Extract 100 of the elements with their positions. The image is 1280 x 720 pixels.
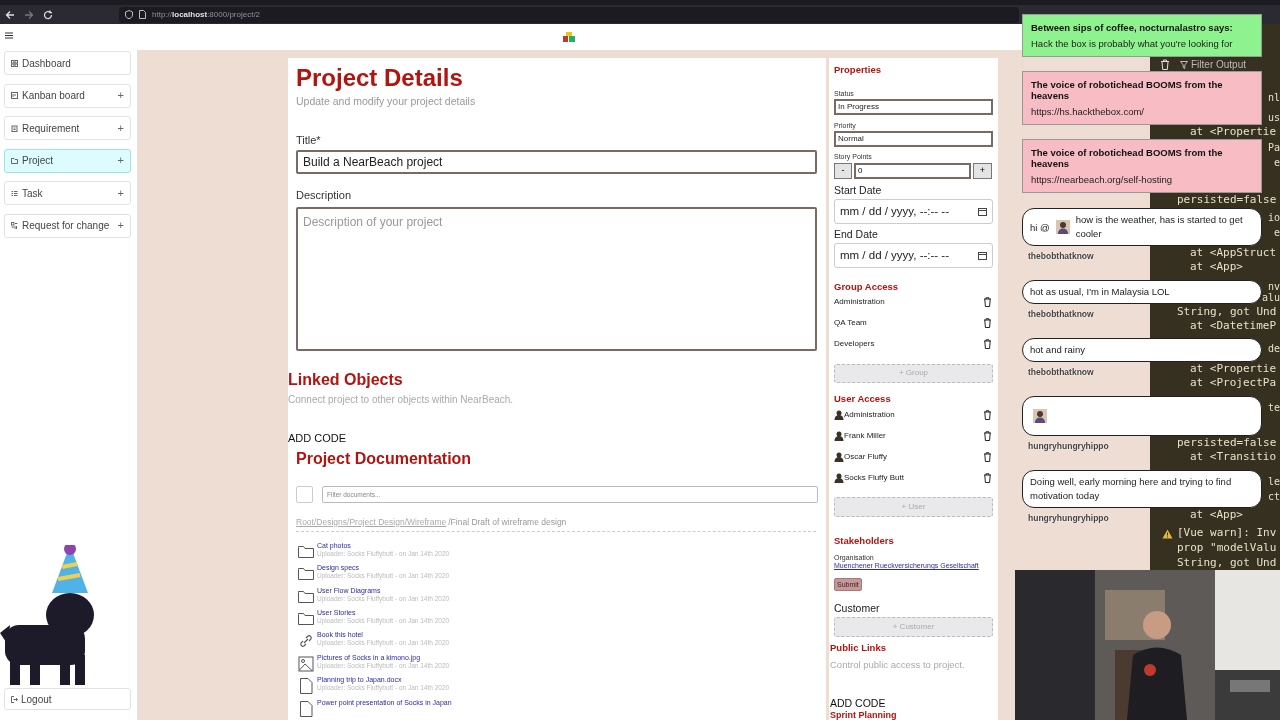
trash-icon[interactable] [983, 318, 992, 329]
add-icon[interactable]: + [117, 184, 124, 202]
file-icon [298, 700, 314, 717]
console-text: at <Transitio [1190, 451, 1277, 463]
section-subtitle: Connect project to other objects within NearBeach. [288, 394, 515, 405]
trash-icon[interactable] [983, 430, 992, 441]
add-icon[interactable]: + [117, 119, 124, 137]
forward-icon[interactable] [24, 9, 34, 20]
calendar-icon[interactable] [978, 250, 987, 260]
chat-username: thebobthatknow [1028, 365, 1094, 379]
section-title: Properties [834, 65, 882, 75]
section-title: Linked Objects [288, 371, 404, 388]
chat-username: hungryhungryhippo [1028, 439, 1109, 453]
story-points-field[interactable]: 0 [854, 162, 971, 179]
menu-icon[interactable] [5, 32, 13, 39]
link-icon [298, 633, 314, 650]
back-icon[interactable] [5, 9, 15, 20]
folder-icon [298, 611, 314, 628]
console-text: Pa [1267, 142, 1280, 154]
console-text: at <AppStruct [1190, 247, 1277, 259]
item-icon [11, 157, 18, 164]
minus-button[interactable]: - [834, 162, 852, 179]
item-label: Dashboard [22, 56, 72, 71]
avatar-icon [834, 451, 844, 462]
user-name: Administration [844, 408, 895, 421]
message-text: how is the weather, has is started to get cooler [1075, 213, 1244, 241]
shield-icon [125, 10, 133, 19]
group-name: Administration [834, 296, 885, 309]
console-text: e [1273, 227, 1280, 239]
priority-field[interactable]: Normal [834, 130, 993, 147]
logout-button[interactable]: Logout [4, 688, 131, 710]
console-text: at <Propertie [1190, 363, 1277, 375]
alert-text: https://hs.hackthebox.com/ [1031, 106, 1145, 117]
trash-icon[interactable] [983, 409, 992, 420]
console-text: nv [1267, 281, 1280, 293]
checkbox[interactable] [296, 485, 313, 503]
console-text: at <DatetimeP [1190, 320, 1277, 332]
title-field[interactable]: Build a NearBeach project [296, 150, 817, 174]
sidebar-item[interactable]: Task + [4, 181, 131, 205]
item-label: Requirement [22, 121, 81, 136]
add-icon[interactable]: + [117, 152, 124, 169]
console-text: at <App> [1190, 261, 1243, 273]
trash-icon[interactable] [983, 339, 992, 350]
console-text: us [1267, 112, 1280, 124]
chat-username: thebobthatknow [1028, 307, 1094, 321]
add-code-text: ADD CODE [288, 432, 348, 444]
console-text: persisted=false [1177, 437, 1277, 449]
item-icon [11, 124, 18, 132]
item-icon [11, 59, 18, 67]
folder-icon [298, 543, 314, 560]
sidebar-item[interactable]: Kanban board + [4, 83, 131, 108]
address-bar[interactable]: http://localhost:8000/project/2 [119, 6, 1019, 23]
trash-icon[interactable] [983, 472, 992, 483]
warning-icon [1162, 529, 1173, 539]
status-field[interactable]: In Progress [834, 99, 993, 115]
alert-title: Between sips of coffee, nocturnalastro says: [1031, 22, 1234, 33]
console-text: io [1267, 212, 1280, 224]
section-title: Group Access [834, 281, 900, 292]
field-label: Customer [834, 603, 881, 615]
date-field[interactable]: mm / dd / yyyy, --:-- -- [834, 198, 993, 224]
filter-field[interactable]: Filter Output [1191, 57, 1247, 72]
trash-icon[interactable] [983, 297, 992, 308]
page-subtitle: Update and modify your project details [296, 96, 477, 107]
message-text: hot and rainy [1030, 343, 1085, 357]
calendar-icon[interactable] [978, 206, 987, 216]
add-icon[interactable]: + [117, 217, 124, 234]
sidebar-item[interactable]: Project + [4, 148, 131, 173]
url-text: http://localhost:8000/project/2 [152, 8, 261, 21]
item-icon [11, 222, 18, 229]
console-text: de [1267, 343, 1280, 355]
description-field[interactable]: Description of your project [296, 207, 817, 351]
console-text: String, got Und [1177, 557, 1277, 569]
add-icon[interactable]: + [117, 87, 124, 104]
console-text: at <App> [1190, 509, 1243, 521]
sidebar-item[interactable]: Dashboard [4, 51, 131, 75]
alert-text: Hack the box is probably what you're looking for [1031, 38, 1234, 49]
console-text: at <Propertie [1190, 126, 1277, 138]
message-text: hot as usual, I'm in Malaysia LOL [1030, 285, 1170, 299]
plus-button[interactable]: + [973, 162, 992, 179]
console-text: ct [1267, 491, 1280, 503]
item-label: Request for change [22, 219, 111, 233]
logo-icon[interactable] [562, 31, 576, 43]
section-title: Sprint Planning [830, 710, 898, 720]
add-code-text: ADD CODE [830, 698, 887, 709]
console-text: at <ProjectPa [1190, 377, 1277, 389]
field-label: Title* [296, 135, 322, 146]
date-field[interactable]: mm / dd / yyyy, --:-- -- [834, 242, 993, 268]
group-name: QA Team [834, 317, 867, 330]
sidebar-item[interactable]: Request for change + [4, 213, 131, 238]
trash-icon[interactable] [983, 451, 992, 462]
console-text: String, got Und [1177, 306, 1277, 318]
section-title: Public Links [830, 643, 887, 653]
reload-icon[interactable] [43, 9, 53, 20]
console-text: nl [1267, 92, 1280, 104]
avatar-icon [834, 472, 844, 483]
user-name: Oscar Fluffy [844, 450, 887, 463]
section-subtitle: Control public access to project. [830, 660, 966, 670]
sidebar-item[interactable]: Requirement + [4, 116, 131, 140]
console-text: prop "modelValu [1177, 542, 1277, 554]
group-name: Developers [834, 338, 875, 351]
